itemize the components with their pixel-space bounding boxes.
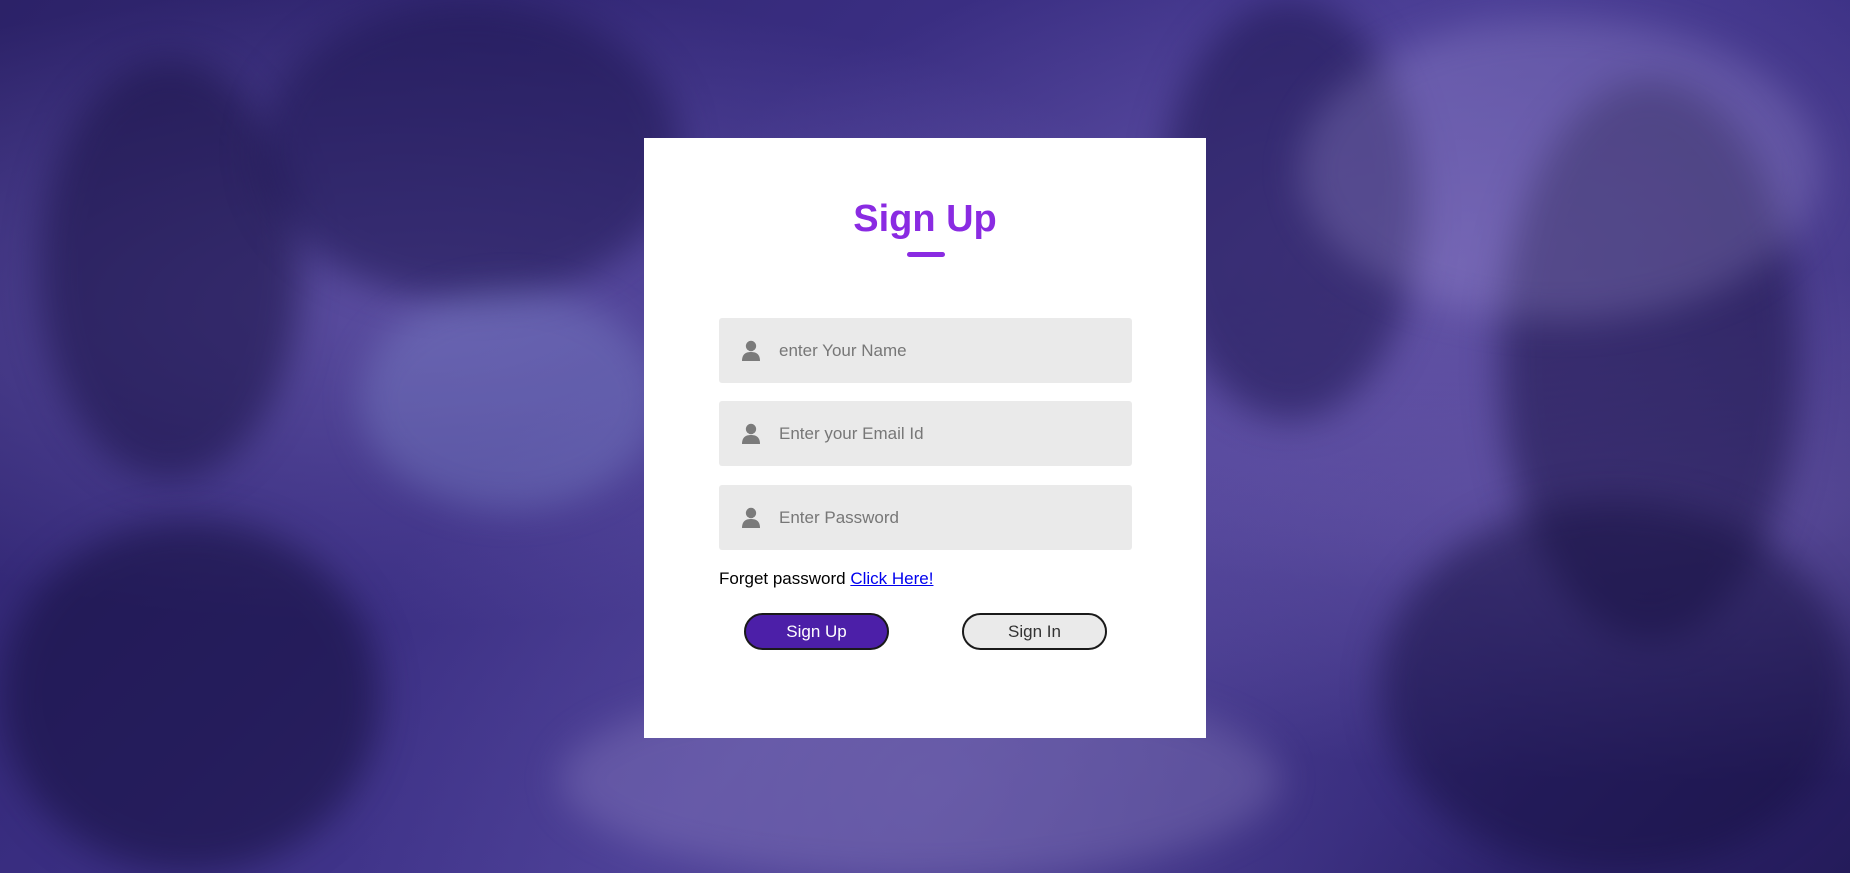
background-silhouette bbox=[40, 60, 300, 480]
background-silhouette bbox=[1380, 500, 1850, 873]
password-input[interactable] bbox=[779, 485, 1119, 550]
user-icon bbox=[741, 423, 761, 445]
sign-up-button[interactable]: Sign Up bbox=[744, 613, 889, 650]
name-field[interactable] bbox=[719, 318, 1132, 383]
background-silhouette bbox=[260, 0, 680, 300]
form-title: Sign Up bbox=[853, 198, 997, 240]
background-highlight bbox=[360, 290, 660, 510]
background-silhouette bbox=[0, 520, 380, 873]
email-field[interactable] bbox=[719, 401, 1132, 466]
name-input[interactable] bbox=[779, 318, 1119, 383]
signup-card: Sign Up Forget password bbox=[644, 138, 1206, 738]
sign-in-button[interactable]: Sign In bbox=[962, 613, 1107, 650]
forgot-password-link[interactable]: Click Here! bbox=[850, 569, 933, 588]
forgot-password-row: Forget password Click Here! bbox=[719, 569, 933, 589]
user-icon bbox=[741, 507, 761, 529]
user-icon bbox=[741, 340, 761, 362]
forgot-password-text: Forget password bbox=[719, 569, 851, 588]
title-underline bbox=[907, 252, 945, 257]
background-highlight bbox=[1300, 20, 1820, 320]
password-field[interactable] bbox=[719, 485, 1132, 550]
email-input[interactable] bbox=[779, 401, 1119, 466]
